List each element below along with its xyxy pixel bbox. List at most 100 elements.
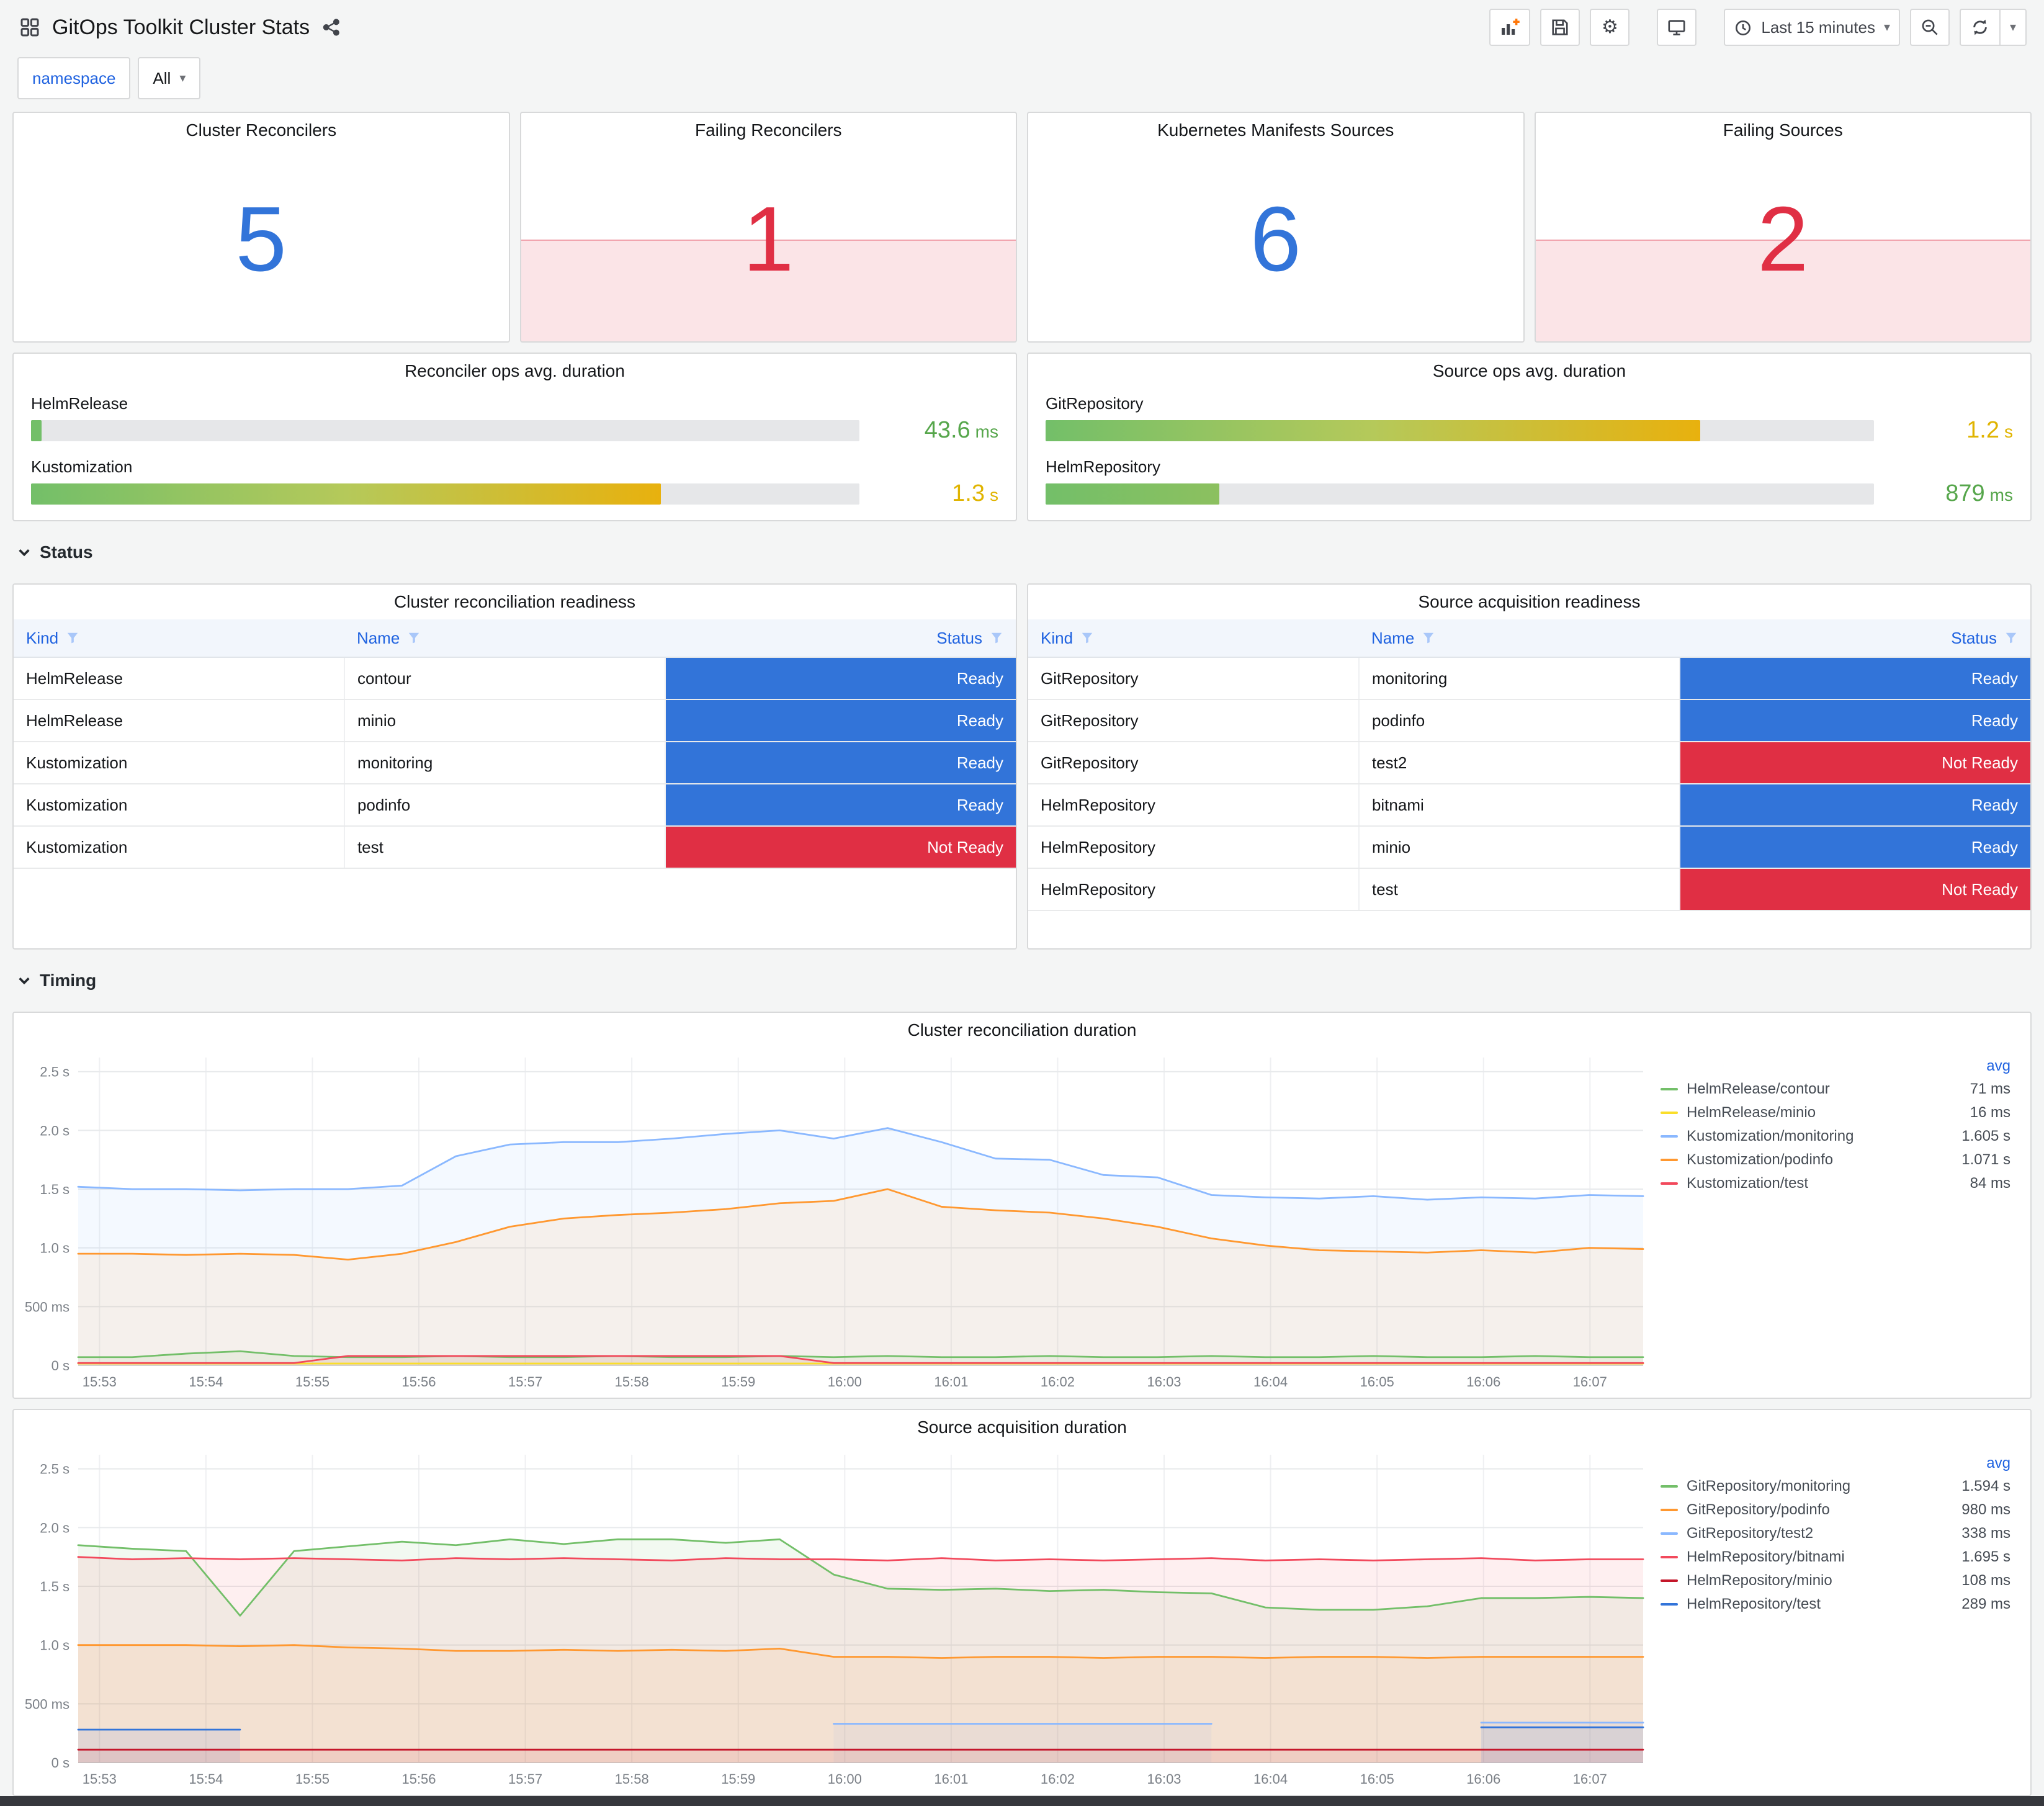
stat-panels-row: Cluster Reconcilers 5 Failing Reconcilers 1… xyxy=(12,112,2032,343)
dashboard-grid-icon[interactable] xyxy=(17,15,42,40)
table-panel-source-acquisition-readiness: Source acquisition readiness Kind Name Stat… xyxy=(1027,583,2032,950)
legend-item-helmrepository-minio[interactable]: HelmRepository/minio 108 ms xyxy=(1661,1569,2010,1593)
cell-name: test xyxy=(1358,868,1680,911)
cell-status: Ready xyxy=(665,699,1016,742)
refresh-button[interactable] xyxy=(1960,9,1999,46)
svg-text:15:58: 15:58 xyxy=(615,1771,649,1787)
dashboard-settings-button[interactable]: ⚙ xyxy=(1590,9,1630,46)
svg-text:15:56: 15:56 xyxy=(401,1771,436,1787)
panel-title[interactable]: Cluster Reconcilers xyxy=(14,113,509,148)
legend-item-helmrelease-contour[interactable]: HelmRelease/contour 71 ms xyxy=(1661,1077,2010,1101)
variable-namespace-value[interactable]: All ▾ xyxy=(138,57,201,99)
table-row: GitRepository podinfo Ready xyxy=(1028,699,2030,742)
cell-status: Ready xyxy=(665,784,1016,827)
column-header-name[interactable]: Name xyxy=(344,619,665,658)
column-header-status[interactable]: Status xyxy=(1679,619,2030,658)
gauge-row-kustomization: Kustomization 1.3 s xyxy=(31,457,998,507)
panel-title[interactable]: Failing Sources xyxy=(1536,113,2031,148)
section-timing[interactable]: Timing xyxy=(12,959,2032,1002)
panel-title[interactable]: Cluster reconciliation readiness xyxy=(14,585,1016,619)
gauge-track xyxy=(1046,483,1874,505)
svg-text:0 s: 0 s xyxy=(52,1358,69,1373)
legend-item-kustomization-monitoring[interactable]: Kustomization/monitoring 1.605 s xyxy=(1661,1125,2010,1148)
legend-item-gitrepository-podinfo[interactable]: GitRepository/podinfo 980 ms xyxy=(1661,1498,2010,1522)
gauge-value: 1.3 s xyxy=(952,480,998,506)
table-row: GitRepository test2 Not Ready xyxy=(1028,742,2030,784)
section-status-label: Status xyxy=(40,542,93,562)
zoom-out-icon xyxy=(1922,19,1938,35)
legend-series-mark xyxy=(1661,1509,1678,1511)
cycle-view-button[interactable] xyxy=(1657,9,1697,46)
gauge-row-helmrepository: HelmRepository 879 ms xyxy=(1046,457,2013,507)
add-panel-button[interactable] xyxy=(1489,9,1531,46)
filter-icon[interactable] xyxy=(990,631,1003,645)
status-badge: Ready xyxy=(665,742,1016,783)
svg-text:15:59: 15:59 xyxy=(721,1374,755,1390)
legend-series-avg: 1.695 s xyxy=(1961,1548,2010,1565)
cell-status: Ready xyxy=(665,742,1016,784)
cell-name: contour xyxy=(344,657,666,700)
legend-avg-header: avg xyxy=(1986,1455,2010,1471)
panel-title[interactable]: Kubernetes Manifests Sources xyxy=(1028,113,1523,148)
filter-icon[interactable] xyxy=(66,631,79,645)
svg-text:2.0 s: 2.0 s xyxy=(40,1123,69,1138)
panel-title[interactable]: Reconciler ops avg. duration xyxy=(14,354,1016,389)
chart-legend: avg HelmRelease/contour 71 ms HelmRelease/m… xyxy=(1653,1048,2025,1393)
panel-title[interactable]: Failing Reconcilers xyxy=(521,113,1016,148)
share-icon[interactable] xyxy=(320,16,343,39)
cell-kind: GitRepository xyxy=(1028,657,1360,700)
legend-item-helmrelease-minio[interactable]: HelmRelease/minio 16 ms xyxy=(1661,1101,2010,1125)
column-header-status[interactable]: Status xyxy=(665,619,1016,658)
cell-status: Not Ready xyxy=(1679,868,2030,911)
zoom-out-button[interactable] xyxy=(1910,9,1950,46)
cell-kind: HelmRepository xyxy=(1028,868,1360,911)
gear-icon: ⚙ xyxy=(1601,17,1618,37)
table-panels-row: Cluster reconciliation readiness Kind Name… xyxy=(12,583,2032,950)
status-badge: Not Ready xyxy=(665,827,1016,868)
cell-kind: HelmRelease xyxy=(14,699,345,742)
cell-status: Not Ready xyxy=(1679,742,2030,784)
variable-namespace-label[interactable]: namespace xyxy=(17,57,131,99)
status-badge: Ready xyxy=(1680,827,2030,868)
panel-title[interactable]: Source acquisition duration xyxy=(14,1410,2030,1445)
filter-icon[interactable] xyxy=(1422,631,1435,645)
panel-title[interactable]: Source acquisition readiness xyxy=(1028,585,2030,619)
column-header-kind[interactable]: Kind xyxy=(14,619,344,658)
status-badge: Ready xyxy=(665,784,1016,825)
legend-item-kustomization-test[interactable]: Kustomization/test 84 ms xyxy=(1661,1172,2010,1195)
cell-name: podinfo xyxy=(1358,699,1680,742)
legend-series-mark xyxy=(1661,1603,1678,1606)
legend-item-helmrepository-test[interactable]: HelmRepository/test 289 ms xyxy=(1661,1593,2010,1616)
chart-panel-cluster-reconciliation-duration: Cluster reconciliation duration 15:53 15:… xyxy=(12,1012,2032,1399)
time-series-plot[interactable]: 15:53 15:54 15:55 15:56 15:57 15:58 15:59 16:00… xyxy=(19,1048,1653,1393)
panel-title[interactable]: Source ops avg. duration xyxy=(1028,354,2030,389)
svg-text:16:07: 16:07 xyxy=(1573,1771,1607,1787)
time-picker-button[interactable]: Last 15 minutes ▾ xyxy=(1724,9,1900,46)
legend-item-gitrepository-test2[interactable]: GitRepository/test2 338 ms xyxy=(1661,1522,2010,1545)
legend-item-gitrepository-monitoring[interactable]: GitRepository/monitoring 1.594 s xyxy=(1661,1475,2010,1498)
table-row: Kustomization monitoring Ready xyxy=(14,742,1016,784)
table-row: HelmRelease minio Ready xyxy=(14,699,1016,742)
legend-series-avg: 338 ms xyxy=(1961,1525,2010,1542)
gauge-row-helmrelease: HelmRelease 43.6 ms xyxy=(31,394,998,444)
section-status[interactable]: Status xyxy=(12,531,2032,573)
legend-item-helmrepository-bitnami[interactable]: HelmRepository/bitnami 1.695 s xyxy=(1661,1545,2010,1569)
gauge-bar-fill xyxy=(31,420,42,441)
filter-icon[interactable] xyxy=(407,631,421,645)
column-header-name[interactable]: Name xyxy=(1358,619,1680,658)
column-header-kind[interactable]: Kind xyxy=(1028,619,1359,658)
legend-series-name: GitRepository/podinfo xyxy=(1687,1501,1830,1518)
svg-text:2.0 s: 2.0 s xyxy=(40,1520,69,1535)
refresh-interval-button[interactable]: ▾ xyxy=(1999,9,2027,46)
time-series-plot[interactable]: 15:53 15:54 15:55 15:56 15:57 15:58 15:59 16:00… xyxy=(19,1445,1653,1790)
filter-icon[interactable] xyxy=(1080,631,1094,645)
svg-text:500 ms: 500 ms xyxy=(25,1696,69,1712)
save-dashboard-button[interactable] xyxy=(1540,9,1580,46)
monitor-icon xyxy=(1668,20,1685,35)
legend-item-kustomization-podinfo[interactable]: Kustomization/podinfo 1.071 s xyxy=(1661,1148,2010,1172)
panel-title[interactable]: Cluster reconciliation duration xyxy=(14,1013,2030,1048)
stat-panel-cluster-reconcilers: Cluster Reconcilers 5 xyxy=(12,112,510,343)
cell-name: monitoring xyxy=(1358,657,1680,700)
gauge-track xyxy=(31,483,859,505)
filter-icon[interactable] xyxy=(2004,631,2018,645)
